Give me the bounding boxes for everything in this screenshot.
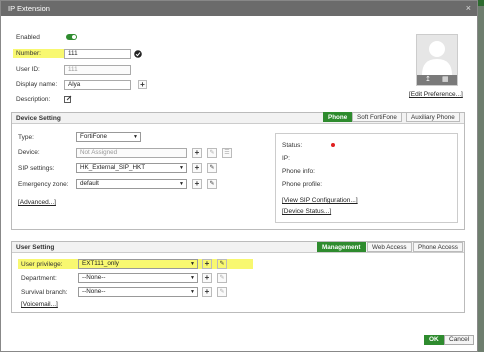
device-list-icon[interactable]: ☰ — [222, 148, 232, 158]
user-privilege-label: User privilege: — [21, 261, 63, 268]
userid-input[interactable]: 111 — [64, 65, 131, 75]
survival-branch-select[interactable]: --None-- ▼ — [78, 287, 198, 297]
tab-web-access[interactable]: Web Access — [367, 242, 412, 252]
cancel-button[interactable]: Cancel — [444, 335, 475, 345]
tab-phone[interactable]: Phone — [323, 112, 353, 122]
chevron-down-icon: ▼ — [179, 165, 184, 171]
advanced-link[interactable]: [Advanced...] — [18, 199, 56, 206]
sip-settings-select[interactable]: HK_External_SIP_HKT ▼ — [76, 163, 187, 173]
device-input[interactable]: Not Assigned — [76, 148, 187, 158]
device-status-link[interactable]: [Device Status...] — [282, 208, 331, 215]
delete-icon[interactable]: ▦ — [442, 75, 449, 83]
avatar: ↥ ▦ — [416, 34, 458, 86]
check-icon — [134, 50, 142, 58]
description-label: Description: — [16, 96, 51, 103]
enabled-toggle[interactable] — [66, 34, 77, 40]
add-survival-branch-icon[interactable]: + — [202, 287, 212, 297]
number-input[interactable]: 111 — [64, 49, 131, 59]
avatar-toolbar: ↥ ▦ — [417, 75, 457, 85]
userid-label: User ID: — [16, 66, 40, 73]
type-label: Type: — [18, 134, 34, 141]
dialog-titlebar: IP Extension × — [1, 1, 477, 16]
close-icon[interactable]: × — [466, 1, 471, 16]
sip-settings-label: SIP settings: — [18, 165, 55, 172]
display-name-label: Display name: — [16, 81, 58, 88]
phone-profile-label: Phone profile: — [282, 181, 323, 188]
add-sip-icon[interactable]: + — [192, 163, 202, 173]
device-status-panel: Status: IP: Phone info: Phone profile: [… — [275, 133, 458, 223]
edit-preference-link[interactable]: [Edit Preference...] — [409, 91, 463, 98]
department-select[interactable]: --None-- ▼ — [78, 273, 198, 283]
display-name-input[interactable]: Alya — [64, 80, 131, 90]
device-setting-title: Device Setting — [16, 115, 61, 122]
user-privilege-value: EXT111_only — [82, 260, 119, 267]
add-department-icon[interactable]: + — [202, 273, 212, 283]
type-select[interactable]: FortiFone ▼ — [76, 132, 141, 142]
tab-phone-access[interactable]: Phone Access — [413, 242, 463, 252]
dialog-title: IP Extension — [8, 4, 50, 13]
edit-description-icon[interactable] — [64, 95, 72, 103]
add-privilege-icon[interactable]: + — [202, 259, 212, 269]
edit-device-icon[interactable]: ✎ — [207, 148, 217, 158]
view-sip-configuration-link[interactable]: [View SIP Configuration...] — [282, 197, 358, 204]
chevron-down-icon: ▼ — [190, 289, 195, 295]
chevron-down-icon: ▼ — [190, 261, 195, 267]
edit-department-icon[interactable]: ✎ — [217, 273, 227, 283]
user-setting-title: User Setting — [16, 244, 55, 251]
user-privilege-select[interactable]: EXT111_only ▼ — [78, 259, 198, 269]
chevron-down-icon: ▼ — [190, 275, 195, 281]
add-display-name-icon[interactable]: + — [138, 80, 147, 89]
department-label: Department: — [21, 275, 57, 282]
chevron-down-icon: ▼ — [133, 134, 138, 140]
edit-emergency-zone-icon[interactable]: ✎ — [207, 179, 217, 189]
emergency-zone-value: default — [80, 180, 99, 187]
survival-branch-label: Survival branch: — [21, 289, 68, 296]
enabled-label: Enabled — [16, 34, 40, 41]
voicemail-link[interactable]: [Voicemail...] — [21, 301, 58, 308]
tab-soft-fortifone[interactable]: Soft FortiFone — [352, 112, 402, 122]
status-label: Status: — [282, 142, 303, 149]
device-label: Device: — [18, 149, 40, 156]
status-dot — [331, 143, 335, 147]
emergency-zone-select[interactable]: default ▼ — [76, 179, 187, 189]
ip-extension-dialog: IP Extension × Enabled Number: 111 User … — [0, 0, 478, 352]
edit-sip-icon[interactable]: ✎ — [207, 163, 217, 173]
emergency-zone-label: Emergency zone: — [18, 181, 69, 188]
ok-button[interactable]: OK — [424, 335, 444, 345]
phone-info-label: Phone info: — [282, 168, 315, 175]
edit-survival-branch-icon[interactable]: ✎ — [217, 287, 227, 297]
add-emergency-zone-icon[interactable]: + — [192, 179, 202, 189]
ip-label: IP: — [282, 155, 290, 162]
sip-settings-value: HK_External_SIP_HKT — [80, 164, 146, 171]
survival-branch-value: --None-- — [82, 288, 106, 295]
user-silhouette-icon — [422, 41, 452, 75]
type-select-value: FortiFone — [80, 133, 107, 140]
chevron-down-icon: ▼ — [179, 181, 184, 187]
tab-auxiliary-phone[interactable]: Auxiliary Phone — [406, 112, 460, 122]
department-value: --None-- — [82, 274, 106, 281]
edit-privilege-icon[interactable]: ✎ — [217, 259, 227, 269]
add-device-icon[interactable]: + — [192, 148, 202, 158]
upload-icon[interactable]: ↥ — [425, 75, 431, 83]
tab-management[interactable]: Management — [317, 242, 366, 252]
